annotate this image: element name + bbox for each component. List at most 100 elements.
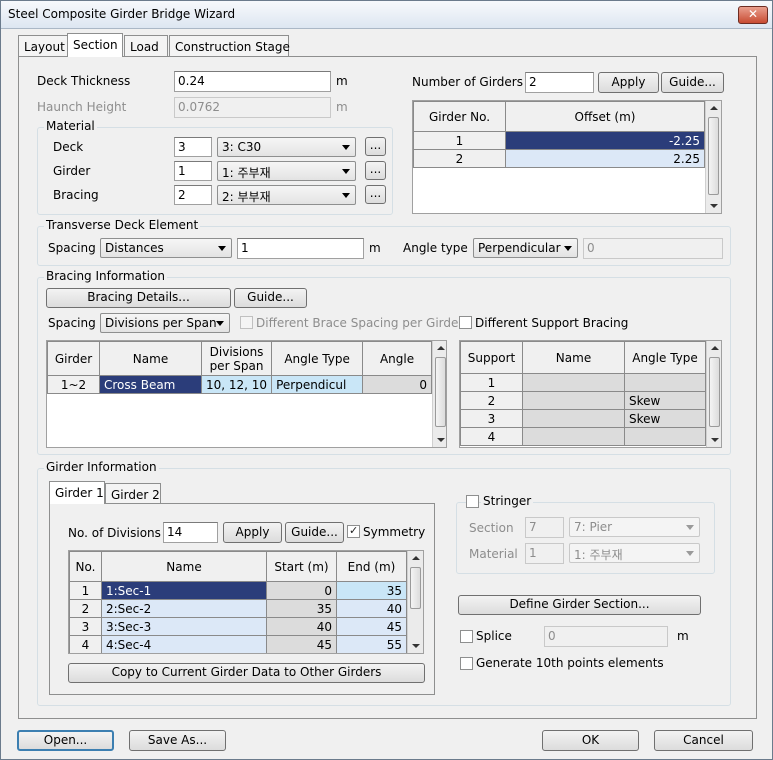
save-as-button[interactable]: Save As... xyxy=(129,730,226,751)
table-row[interactable]: 1~2 Cross Beam 10, 12, 10 Perpendicul 0 xyxy=(47,375,432,394)
copy-to-other-girders-button[interactable]: Copy to Current Girder Data to Other Gir… xyxy=(68,663,425,683)
column-header[interactable]: Start (m) xyxy=(266,551,337,582)
name-cell[interactable] xyxy=(522,427,625,446)
column-header[interactable]: Name xyxy=(101,551,267,582)
deck-thickness-input[interactable]: 0.24 xyxy=(174,71,331,92)
material-deck-number[interactable]: 3 xyxy=(174,137,212,157)
material-deck-select[interactable]: 3: C30 xyxy=(217,137,356,157)
scroll-thumb[interactable] xyxy=(709,357,720,427)
table-row[interactable]: 1 -2.25 xyxy=(413,131,705,150)
cancel-button[interactable]: Cancel xyxy=(654,730,753,751)
title-bar[interactable]: Steel Composite Girder Bridge Wizard ✕ xyxy=(1,1,772,29)
end-cell[interactable]: 55 xyxy=(336,635,407,653)
table-row[interactable]: 3 Skew xyxy=(460,409,706,428)
column-header[interactable]: Girder No. xyxy=(413,101,506,132)
offset-cell[interactable]: -2.25 xyxy=(505,131,705,150)
bracing-details-button[interactable]: Bracing Details... xyxy=(46,288,231,308)
define-girder-section-button[interactable]: Define Girder Section... xyxy=(458,595,701,615)
column-header[interactable]: Divisions per Span xyxy=(200,341,273,376)
name-cell[interactable] xyxy=(522,391,625,410)
girders-guide-button[interactable]: Guide... xyxy=(661,72,724,93)
stringer-checkbox[interactable] xyxy=(466,495,479,508)
scroll-thumb[interactable] xyxy=(410,567,421,609)
column-header[interactable]: Name xyxy=(99,341,202,376)
angle-type-cell[interactable] xyxy=(624,373,706,392)
bracing-table-scrollbar[interactable] xyxy=(432,341,446,447)
generate-10th-points-checkbox[interactable] xyxy=(460,657,473,670)
girders-apply-button[interactable]: Apply xyxy=(598,72,659,93)
column-header[interactable]: Angle Type xyxy=(271,341,364,376)
girder-table-scrollbar[interactable] xyxy=(705,101,721,213)
column-header[interactable]: Angle xyxy=(362,341,432,376)
column-header[interactable]: Angle Type xyxy=(624,341,706,374)
tab-construction-stage[interactable]: Construction Stage xyxy=(169,35,290,57)
divisions-guide-button[interactable]: Guide... xyxy=(285,522,344,543)
name-cell[interactable]: 1:Sec-1 xyxy=(101,581,267,600)
name-cell[interactable]: 2:Sec-2 xyxy=(101,599,267,618)
symmetry-checkbox[interactable] xyxy=(347,524,360,538)
material-bracing-select[interactable]: 2: 부부재 xyxy=(217,185,356,205)
different-support-bracing-checkbox[interactable] xyxy=(459,316,472,329)
offset-cell[interactable]: 2.25 xyxy=(505,149,705,168)
start-cell[interactable]: 0 xyxy=(266,581,337,600)
open-button[interactable]: Open... xyxy=(17,730,114,751)
angle-cell[interactable]: 0 xyxy=(362,375,432,394)
name-cell[interactable]: Cross Beam xyxy=(99,375,202,394)
material-girder-select[interactable]: 1: 주부재 xyxy=(217,161,356,181)
end-cell[interactable]: 35 xyxy=(336,581,407,600)
table-row[interactable]: 1 xyxy=(460,373,706,392)
different-brace-spacing-checkbox[interactable] xyxy=(240,316,253,329)
divisions-apply-button[interactable]: Apply xyxy=(223,522,282,543)
ok-button[interactable]: OK xyxy=(542,730,639,751)
tab-section[interactable]: Section xyxy=(67,33,123,57)
end-cell[interactable]: 45 xyxy=(336,617,407,636)
tab-layout[interactable]: Layout xyxy=(18,35,68,57)
bracing-spacing-select[interactable]: Divisions per Span xyxy=(100,313,230,333)
scroll-thumb[interactable] xyxy=(435,357,446,427)
table-row[interactable]: 2 2:Sec-2 35 40 xyxy=(69,599,407,618)
column-header[interactable]: Offset (m) xyxy=(505,101,705,132)
start-cell[interactable]: 40 xyxy=(266,617,337,636)
transverse-spacing-select[interactable]: Distances xyxy=(100,238,232,258)
material-bracing-more-button[interactable]: ... xyxy=(365,185,386,204)
table-row[interactable]: 4 4:Sec-4 45 55 xyxy=(69,635,407,653)
table-row[interactable]: 3 3:Sec-3 40 45 xyxy=(69,617,407,636)
name-cell[interactable] xyxy=(522,409,625,428)
table-row[interactable]: 1 1:Sec-1 0 35 xyxy=(69,581,407,600)
name-cell[interactable]: 4:Sec-4 xyxy=(101,635,267,653)
tab-load[interactable]: Load xyxy=(124,35,168,57)
no-of-divisions-input[interactable]: 14 xyxy=(163,522,218,543)
material-girder-more-button[interactable]: ... xyxy=(365,161,386,180)
angle-type-select[interactable]: Perpendicular xyxy=(473,238,578,258)
start-cell[interactable]: 35 xyxy=(266,599,337,618)
tab-girder-1[interactable]: Girder 1 xyxy=(49,481,105,504)
angle-type-cell[interactable]: Skew xyxy=(624,391,706,410)
scroll-thumb[interactable] xyxy=(708,117,719,195)
sections-table-scrollbar[interactable] xyxy=(407,551,423,653)
table-row[interactable]: 4 xyxy=(460,427,706,446)
column-header[interactable]: Girder xyxy=(47,341,100,376)
material-girder-number[interactable]: 1 xyxy=(174,161,212,181)
transverse-spacing-input[interactable]: 1 xyxy=(237,238,364,259)
column-header[interactable]: End (m) xyxy=(336,551,407,582)
close-button[interactable]: ✕ xyxy=(738,6,768,24)
start-cell[interactable]: 45 xyxy=(266,635,337,653)
number-of-girders-input[interactable]: 2 xyxy=(525,72,594,93)
bracing-guide-button[interactable]: Guide... xyxy=(234,288,307,308)
angle-type-cell[interactable] xyxy=(624,427,706,446)
support-table-scrollbar[interactable] xyxy=(706,341,721,447)
name-cell[interactable]: 3:Sec-3 xyxy=(101,617,267,636)
column-header[interactable]: No. xyxy=(69,551,102,582)
column-header[interactable]: Support xyxy=(460,341,523,374)
angle-type-cell[interactable]: Perpendicul xyxy=(271,375,364,394)
table-row[interactable]: 2 Skew xyxy=(460,391,706,410)
angle-type-cell[interactable]: Skew xyxy=(624,409,706,428)
end-cell[interactable]: 40 xyxy=(336,599,407,618)
splice-checkbox[interactable] xyxy=(460,630,473,643)
table-row[interactable]: 2 2.25 xyxy=(413,149,705,168)
material-bracing-number[interactable]: 2 xyxy=(174,185,212,205)
divisions-cell[interactable]: 10, 12, 10 xyxy=(200,375,273,394)
material-deck-more-button[interactable]: ... xyxy=(365,137,386,156)
tab-girder-2[interactable]: Girder 2 xyxy=(105,483,161,504)
name-cell[interactable] xyxy=(522,373,625,392)
